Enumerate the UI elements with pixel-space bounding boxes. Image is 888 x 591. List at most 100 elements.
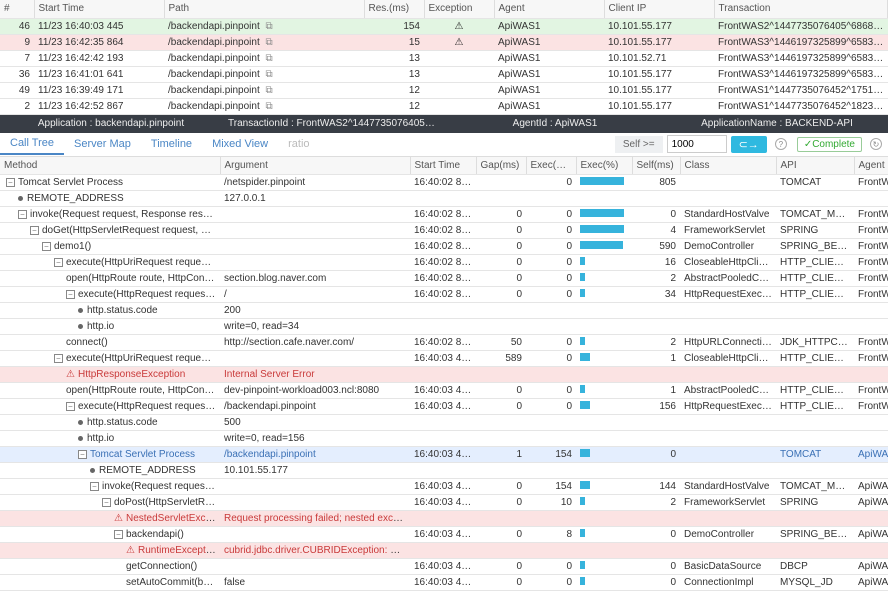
expand-icon[interactable]: [114, 530, 123, 539]
col-header[interactable]: Agent: [494, 0, 604, 18]
tree-row[interactable]: open(HttpRoute route, HttpContext contex…: [0, 383, 888, 399]
expand-icon[interactable]: [90, 482, 99, 491]
self-go-button[interactable]: ⊂→: [731, 136, 767, 153]
exec-bar: [580, 289, 585, 297]
tree-row[interactable]: open(HttpRoute route, HttpContext contex…: [0, 271, 888, 287]
tab-server-map[interactable]: Server Map: [64, 134, 141, 154]
bullet-icon: [78, 308, 83, 313]
tree-row[interactable]: invoke(Request request, Response respons…: [0, 479, 888, 495]
expand-icon[interactable]: [66, 290, 75, 299]
method-name: setAutoCommit(boolean autoCommitFlag): [126, 577, 220, 588]
tab-call-tree[interactable]: Call Tree: [0, 133, 64, 155]
transactions-body: 4611/23 16:40:03 445/backendapi.pinpoint…: [0, 18, 888, 114]
expand-icon[interactable]: [54, 354, 63, 363]
expand-icon[interactable]: [66, 402, 75, 411]
col-header[interactable]: Gap(ms): [476, 157, 526, 175]
tree-row[interactable]: doGet(HttpServletRequest request, HttpSe…: [0, 223, 888, 239]
tree-row[interactable]: execute(HttpUriRequest request, Response…: [0, 351, 888, 367]
bullet-icon: [18, 196, 23, 201]
exec-bar: [580, 481, 590, 489]
col-header[interactable]: Method: [0, 157, 220, 175]
warn-icon: ⚠: [126, 545, 135, 556]
tree-row[interactable]: getConnection()16:40:03 446000BasicDataS…: [0, 559, 888, 575]
exec-bar: [580, 385, 585, 393]
exec-bar: [580, 561, 585, 569]
col-header[interactable]: Argument: [220, 157, 410, 175]
exec-bar: [580, 177, 624, 185]
tree-row[interactable]: REMOTE_ADDRESS10.101.55.177: [0, 463, 888, 479]
tree-row[interactable]: ⚠NestedServletExceptionRequest processin…: [0, 511, 888, 527]
exec-bar: [580, 529, 585, 537]
expand-icon[interactable]: [78, 450, 87, 459]
method-name: connect(): [66, 337, 108, 348]
col-header[interactable]: Start Time: [410, 157, 476, 175]
link-icon: ⧉: [266, 85, 273, 96]
transaction-row[interactable]: 4611/23 16:40:03 445/backendapi.pinpoint…: [0, 18, 888, 34]
tree-row[interactable]: http.status.code500: [0, 415, 888, 431]
method-name: http.status.code: [87, 417, 158, 428]
expand-icon[interactable]: [54, 258, 63, 267]
expand-icon[interactable]: [30, 226, 39, 235]
tree-row[interactable]: connect()http://section.cafe.naver.com/1…: [0, 335, 888, 351]
expand-icon[interactable]: [6, 178, 15, 187]
tree-row[interactable]: doPost(HttpServletRequest request, HttpS…: [0, 495, 888, 511]
transaction-row[interactable]: 4911/23 16:39:49 171/backendapi.pinpoint…: [0, 82, 888, 98]
tree-row[interactable]: REMOTE_ADDRESS127.0.0.1: [0, 191, 888, 207]
tree-row[interactable]: setAutoCommit(boolean autoCommitFlag)fal…: [0, 575, 888, 591]
exec-bar: [580, 225, 624, 233]
self-filter: Self >= ⊂→ ? ✓Complete ↻: [615, 135, 888, 153]
col-header[interactable]: Exec(ms): [526, 157, 576, 175]
tree-row[interactable]: http.iowrite=0, read=34: [0, 319, 888, 335]
col-header[interactable]: Exception: [424, 0, 494, 18]
tree-row[interactable]: execute(HttpRequest request, HttpClientC…: [0, 287, 888, 303]
tree-row[interactable]: ⚠RuntimeExceptioncubrid.jdbc.driver.CUBR…: [0, 543, 888, 559]
tree-row[interactable]: backendapi()16:40:03 446080DemoControlle…: [0, 527, 888, 543]
link-icon: ⧉: [266, 21, 273, 32]
expand-icon[interactable]: [42, 242, 51, 251]
tree-row[interactable]: Tomcat Servlet Process/backendapi.pinpoi…: [0, 447, 888, 463]
tree-row[interactable]: demo1()16:40:02 80100590DemoControllerSP…: [0, 239, 888, 255]
tree-row[interactable]: http.iowrite=0, read=156: [0, 431, 888, 447]
transaction-row[interactable]: 211/23 16:42:52 867/backendapi.pinpoint …: [0, 98, 888, 114]
bullet-icon: [78, 436, 83, 441]
tree-row[interactable]: Tomcat Servlet Process/netspider.pinpoin…: [0, 175, 888, 191]
tree-row[interactable]: execute(HttpUriRequest request, Response…: [0, 255, 888, 271]
col-header[interactable]: Self(ms): [632, 157, 680, 175]
method-name: http.status.code: [87, 305, 158, 316]
expand-icon[interactable]: [102, 498, 111, 507]
help-icon[interactable]: ?: [775, 138, 787, 150]
tree-row[interactable]: invoke(Request request, Response respons…: [0, 207, 888, 223]
tab-timeline[interactable]: Timeline: [141, 134, 202, 154]
tab-mixed-view[interactable]: Mixed View: [202, 134, 278, 154]
method-name: HttpResponseException: [78, 369, 185, 380]
tab-ratio[interactable]: ratio: [278, 134, 319, 154]
method-name: getConnection(): [126, 561, 197, 572]
col-header[interactable]: Agent: [854, 157, 888, 175]
exec-bar: [580, 257, 585, 265]
col-header[interactable]: Client IP: [604, 0, 714, 18]
transaction-row[interactable]: 3611/23 16:41:01 641/backendapi.pinpoint…: [0, 66, 888, 82]
expand-icon[interactable]: [18, 210, 27, 219]
method-name: execute(HttpUriRequest request, Response…: [66, 353, 220, 364]
col-header[interactable]: Path: [164, 0, 364, 18]
col-header[interactable]: API: [776, 157, 854, 175]
col-header[interactable]: Transaction: [714, 0, 888, 18]
tree-row[interactable]: http.status.code200: [0, 303, 888, 319]
exec-bar: [580, 273, 585, 281]
bullet-icon: [78, 420, 83, 425]
tree-header: MethodArgumentStart TimeGap(ms)Exec(ms)E…: [0, 157, 888, 175]
link-icon: ⧉: [266, 69, 273, 80]
transaction-row[interactable]: 911/23 16:42:35 864/backendapi.pinpoint …: [0, 34, 888, 50]
col-header[interactable]: Res.(ms): [364, 0, 424, 18]
col-header[interactable]: #: [0, 0, 34, 18]
method-name: demo1(): [54, 241, 91, 252]
refresh-icon[interactable]: ↻: [870, 138, 882, 150]
tree-row[interactable]: ⚠HttpResponseExceptionInternal Server Er…: [0, 367, 888, 383]
col-header[interactable]: Start Time: [34, 0, 164, 18]
col-header[interactable]: Class: [680, 157, 776, 175]
self-input[interactable]: [667, 135, 727, 153]
method-name: http.io: [87, 433, 114, 444]
transaction-row[interactable]: 711/23 16:42:42 193/backendapi.pinpoint …: [0, 50, 888, 66]
col-header[interactable]: Exec(%): [576, 157, 632, 175]
tree-row[interactable]: execute(HttpRequest request, HttpClientC…: [0, 399, 888, 415]
